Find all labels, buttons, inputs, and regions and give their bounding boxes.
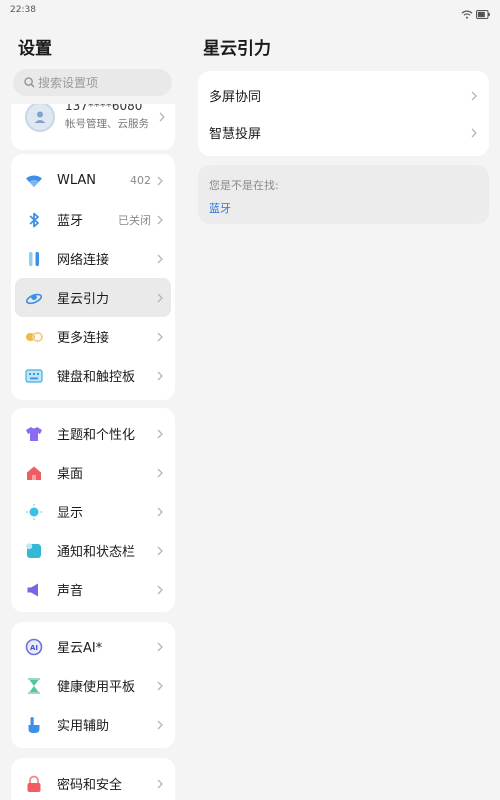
sidebar-item-xingyun[interactable]: 星云引力 bbox=[15, 278, 171, 317]
sidebar-item-label: 主题和个性化 bbox=[57, 428, 136, 443]
settings-title: 设置 bbox=[18, 39, 52, 59]
chevron-right-icon bbox=[157, 546, 163, 556]
sidebar-item-label: 网络连接 bbox=[57, 253, 110, 268]
sidebar-item-label: 密码和安全 bbox=[57, 778, 123, 793]
chevron-right-icon bbox=[157, 371, 163, 381]
status-time: 22:38 bbox=[10, 5, 36, 15]
chevron-right-icon bbox=[157, 779, 163, 789]
item-label: 智慧投屏 bbox=[209, 126, 262, 142]
search-placeholder: 搜索设置项 bbox=[38, 76, 99, 90]
sidebar-item-desktop[interactable]: 桌面 bbox=[15, 453, 171, 492]
chevron-right-icon bbox=[471, 86, 477, 105]
assistance-group: AI 星云AI* 健康使用平板 实用辅助 bbox=[11, 622, 175, 748]
sidebar-item-label: 键盘和触控板 bbox=[57, 370, 136, 385]
keyboard-icon bbox=[25, 367, 43, 385]
chevron-right-icon bbox=[157, 468, 163, 478]
wifi-icon bbox=[25, 172, 43, 190]
chevron-right-icon bbox=[471, 123, 477, 142]
chevron-right-icon bbox=[157, 720, 163, 730]
sidebar-item-wlan[interactable]: WLAN 402 bbox=[15, 161, 171, 200]
chevron-right-icon bbox=[157, 585, 163, 595]
suggestion-card: 您是不是在找: 蓝牙 bbox=[198, 165, 489, 224]
network-icon bbox=[25, 250, 43, 268]
chevron-right-icon bbox=[157, 254, 163, 264]
status-icons bbox=[461, 4, 490, 23]
sidebar-item-label: 桌面 bbox=[57, 467, 84, 482]
sidebar-item-label: 声音 bbox=[57, 584, 84, 599]
sidebar-item-label: 健康使用平板 bbox=[57, 680, 136, 695]
link-icon bbox=[25, 328, 43, 346]
sidebar-item-label: 星云AI* bbox=[57, 641, 103, 656]
chevron-right-icon bbox=[157, 293, 163, 303]
chevron-right-icon bbox=[157, 507, 163, 517]
bluetooth-icon bbox=[25, 211, 43, 229]
chevron-right-icon bbox=[159, 107, 165, 126]
sidebar-item-label: 实用辅助 bbox=[57, 719, 110, 734]
sidebar-item-ai[interactable]: AI 星云AI* bbox=[15, 627, 171, 666]
orbit-icon bbox=[25, 289, 43, 307]
sidebar-item-display[interactable]: 显示 bbox=[15, 492, 171, 531]
sidebar-item-bluetooth[interactable]: 蓝牙 已关闭 bbox=[15, 200, 171, 239]
search-icon bbox=[24, 73, 35, 92]
hand-icon bbox=[25, 716, 43, 734]
avatar-icon bbox=[25, 104, 55, 132]
suggestion-title: 您是不是在找: bbox=[209, 179, 279, 192]
sidebar-item-label: 显示 bbox=[57, 506, 84, 521]
sidebar-item-notification[interactable]: 通知和状态栏 bbox=[15, 531, 171, 570]
shirt-icon bbox=[25, 425, 43, 443]
sidebar-item-label: WLAN bbox=[57, 173, 97, 188]
sidebar-item-label: 通知和状态栏 bbox=[57, 545, 136, 560]
hourglass-icon bbox=[25, 677, 43, 695]
smart-cast-item[interactable]: 智慧投屏 bbox=[198, 113, 489, 151]
account-card[interactable]: 137****6080 帐号管理、云服务 bbox=[11, 104, 175, 150]
xingyun-options-card: 多屏协同 智慧投屏 bbox=[198, 71, 489, 156]
personalization-group: 主题和个性化 桌面 显示 通知和状态栏 声音 bbox=[11, 408, 175, 612]
speaker-icon bbox=[25, 581, 43, 599]
chevron-right-icon bbox=[157, 176, 163, 186]
status-bar: 22:38 bbox=[0, 0, 500, 22]
account-subtitle: 帐号管理、云服务 bbox=[65, 118, 149, 130]
page-title: 星云引力 bbox=[203, 39, 271, 59]
security-group: 密码和安全 bbox=[11, 758, 175, 800]
multi-screen-item[interactable]: 多屏协同 bbox=[198, 76, 489, 114]
sidebar-item-label: 更多连接 bbox=[57, 331, 110, 346]
home-icon bbox=[25, 464, 43, 482]
chevron-right-icon bbox=[157, 215, 163, 225]
chevron-right-icon bbox=[157, 642, 163, 652]
sidebar-item-more-connect[interactable]: 更多连接 bbox=[15, 317, 171, 356]
connectivity-group: WLAN 402 蓝牙 已关闭 网络连接 星云引力 更多连接 键盘和触控板 bbox=[11, 154, 175, 400]
lock-icon bbox=[25, 775, 43, 793]
sidebar-item-value: 已关闭 bbox=[118, 213, 151, 227]
sidebar-item-network[interactable]: 网络连接 bbox=[15, 239, 171, 278]
battery-icon bbox=[476, 4, 490, 23]
account-phone: 137****6080 bbox=[65, 104, 143, 113]
sidebar-item-accessibility[interactable]: 实用辅助 bbox=[15, 705, 171, 744]
svg-text:AI: AI bbox=[30, 644, 38, 652]
settings-list[interactable]: 137****6080 帐号管理、云服务 WLAN 402 蓝牙 已关闭 网络连… bbox=[0, 104, 190, 800]
sidebar-item-theme[interactable]: 主题和个性化 bbox=[15, 414, 171, 453]
chevron-right-icon bbox=[157, 429, 163, 439]
sidebar-item-security[interactable]: 密码和安全 bbox=[15, 764, 171, 800]
suggestion-link[interactable]: 蓝牙 bbox=[209, 200, 231, 216]
search-input[interactable]: 搜索设置项 bbox=[13, 69, 172, 96]
sidebar-item-keyboard[interactable]: 键盘和触控板 bbox=[15, 356, 171, 395]
sidebar-item-label: 蓝牙 bbox=[57, 214, 84, 229]
item-label: 多屏协同 bbox=[209, 89, 262, 105]
notification-icon bbox=[25, 542, 43, 560]
sidebar-item-sound[interactable]: 声音 bbox=[15, 570, 171, 609]
ai-icon: AI bbox=[25, 638, 43, 656]
sidebar-item-value: 402 bbox=[130, 174, 151, 187]
chevron-right-icon bbox=[157, 681, 163, 691]
chevron-right-icon bbox=[157, 332, 163, 342]
wifi-status-icon bbox=[461, 4, 473, 23]
sidebar-item-label: 星云引力 bbox=[57, 292, 110, 307]
sidebar-item-healthy[interactable]: 健康使用平板 bbox=[15, 666, 171, 705]
sun-icon bbox=[25, 503, 43, 521]
